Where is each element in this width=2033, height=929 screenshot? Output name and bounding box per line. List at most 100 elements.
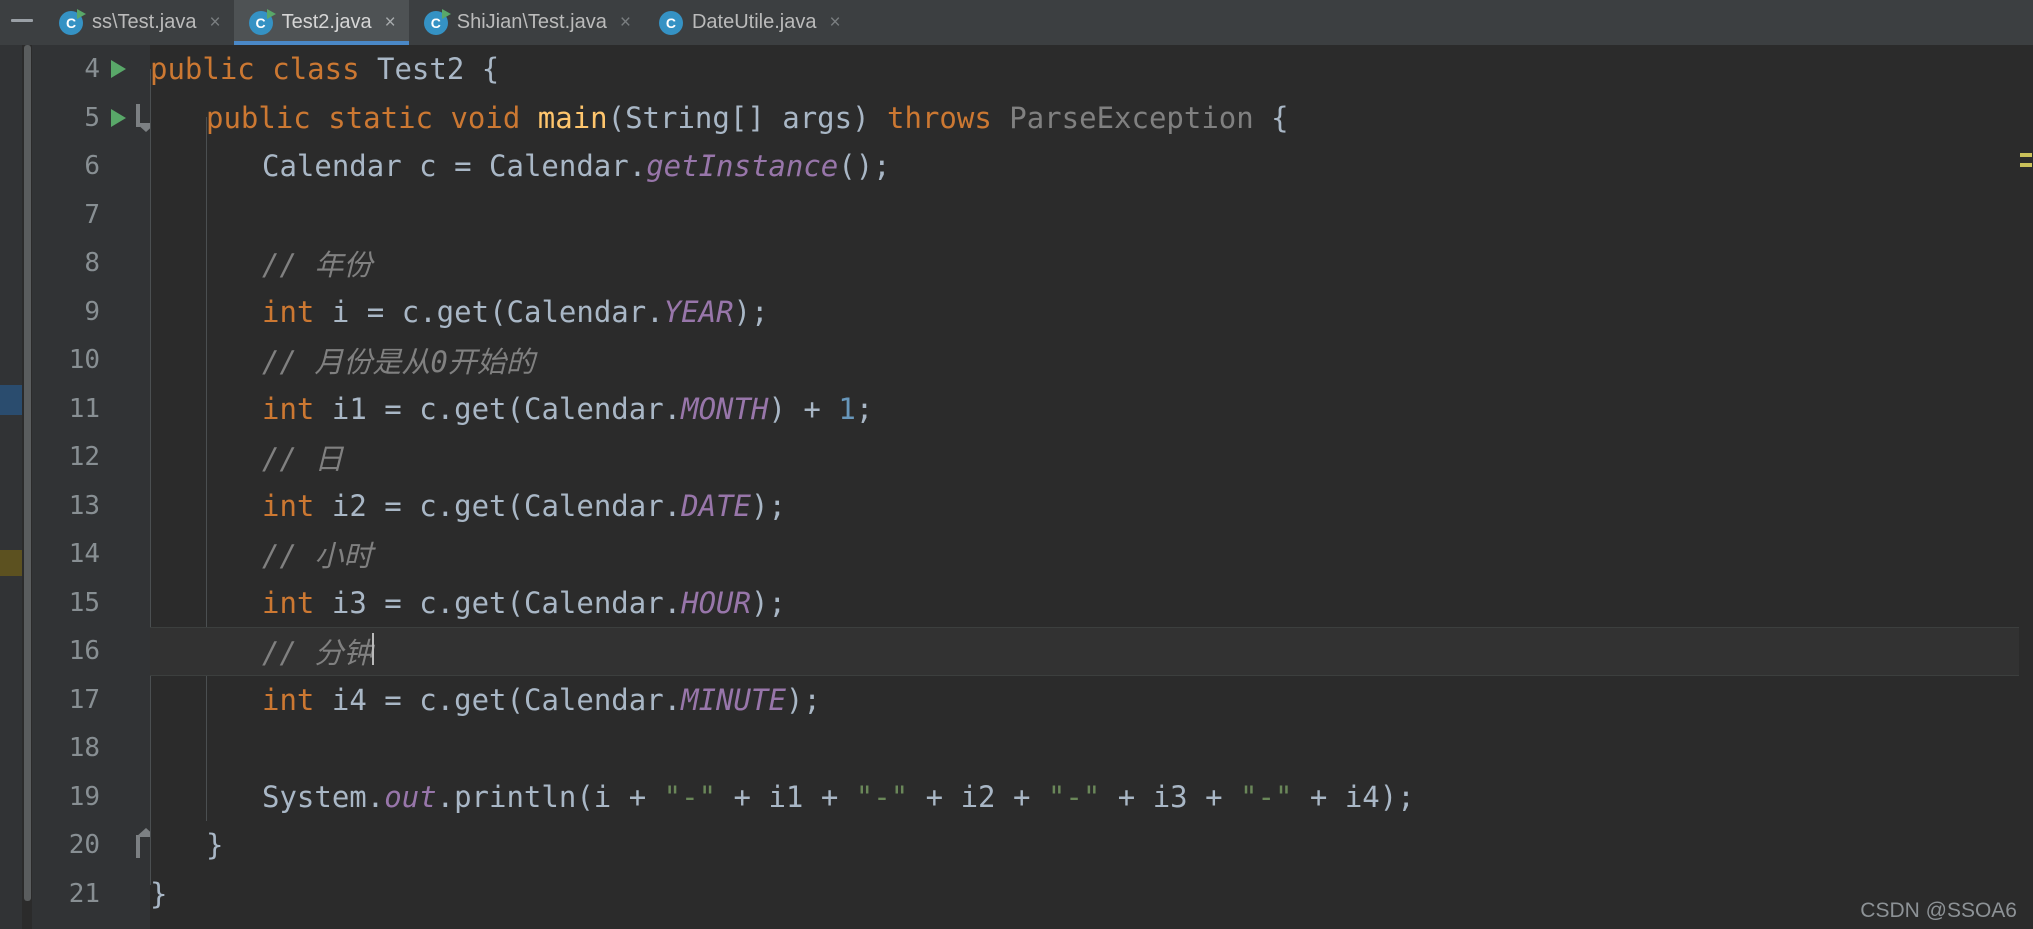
token-operator: + (925, 779, 944, 814)
code-line-active[interactable]: // 分钟 (150, 627, 2019, 676)
token-variable: i4 (1344, 779, 1380, 814)
code-line[interactable]: int i2 = c.get(Calendar.DATE); (150, 482, 2019, 531)
code-line[interactable]: // 年份 (150, 239, 2019, 288)
token-operator: + (820, 779, 839, 814)
token-operator: + (733, 779, 751, 814)
editor-tab-shijian-test[interactable]: C ShiJian\Test.java × (409, 0, 644, 45)
gutter-line[interactable]: 11 (32, 385, 150, 434)
token-variable: c (419, 391, 437, 426)
java-runnable-class-icon: C (248, 8, 276, 35)
token-type: Calendar (262, 149, 402, 184)
close-icon[interactable]: × (209, 13, 220, 32)
token-type: Calendar (523, 391, 664, 426)
token-variable: i4 (331, 682, 367, 717)
code-line-content: public static void main(String[] args) t… (150, 101, 1289, 135)
vcs-change-marker (0, 385, 22, 415)
gutter-line[interactable]: 16 (32, 627, 150, 676)
gutter-line[interactable]: 5 (32, 94, 156, 143)
code-line[interactable]: public class Test2 { (150, 45, 2019, 94)
gutter-line[interactable]: 21 (32, 870, 150, 919)
token-operator: + (1309, 779, 1328, 814)
code-line-content: } (206, 828, 224, 863)
token-type: Calendar (523, 682, 664, 717)
line-number: 15 (68, 587, 100, 618)
token-dot: . (663, 585, 682, 620)
gutter-line[interactable]: 6 (32, 142, 150, 191)
gutter-line[interactable]: 14 (32, 530, 150, 579)
gutter-line[interactable]: 9 (32, 288, 150, 337)
gutter-line[interactable]: 4 (32, 45, 150, 94)
token-operator: = (384, 585, 402, 620)
close-icon[interactable]: × (829, 13, 840, 32)
code-line[interactable]: } (150, 870, 2019, 919)
code-line[interactable]: // 小时 (150, 530, 2019, 579)
token-variable: c (419, 149, 437, 184)
editor-tab-test2[interactable]: C Test2.java × (233, 0, 409, 45)
scrollbar-thumb[interactable] (24, 45, 31, 901)
gutter-line[interactable]: 10 (32, 336, 150, 385)
code-comment: // 分钟 (262, 636, 373, 671)
gutter-line[interactable]: 12 (32, 433, 150, 482)
code-line-content: public class Test2 { (150, 52, 499, 86)
token-paren: ( (506, 682, 524, 717)
code-line[interactable]: } (150, 821, 2019, 870)
editor-tab-ss-test[interactable]: C ss\Test.java × (44, 0, 234, 45)
java-runnable-class-icon: C (423, 8, 451, 35)
gutter-line[interactable]: 7 (32, 191, 150, 240)
code-line[interactable]: Calendar c = Calendar.getInstance(); (150, 142, 2019, 191)
warning-stripe-mark[interactable] (2020, 163, 2032, 167)
code-comment: // 月份是从0开始的 (150, 339, 535, 381)
code-line[interactable] (150, 724, 2019, 773)
code-line[interactable]: System.out.println(i + "-" + i1 + "-" + … (150, 773, 2019, 822)
code-line[interactable] (150, 191, 2019, 240)
token-type: Calendar (523, 488, 664, 523)
editor-gutter[interactable]: 4 5 6 7 8 9 10 11 12 13 14 15 16 17 18 1… (32, 45, 156, 929)
text-caret (372, 633, 375, 666)
gutter-line[interactable]: 20 (32, 821, 156, 870)
code-line[interactable]: // 日 (150, 433, 2019, 482)
close-icon[interactable]: × (385, 13, 396, 32)
token-dot: . (436, 391, 455, 426)
code-line[interactable]: // 月份是从0开始的 (150, 336, 2019, 385)
code-text-area[interactable]: public class Test2 { public static void … (150, 45, 2019, 929)
token-keyword: class (272, 52, 360, 87)
gutter-line[interactable]: 17 (32, 676, 150, 725)
gutter-line[interactable]: 19 (32, 773, 150, 822)
error-stripe-scrollbar[interactable] (2019, 45, 2033, 929)
token-dot: . (663, 682, 682, 717)
editor-tab-label: ShiJian\Test.java (456, 11, 607, 33)
line-number: 12 (68, 442, 100, 473)
gutter-line[interactable]: 13 (32, 482, 150, 531)
code-line-content: int i2 = c.get(Calendar.DATE); (150, 489, 786, 523)
editor-marker-strip (0, 45, 22, 929)
code-editor[interactable]: 4 5 6 7 8 9 10 11 12 13 14 15 16 17 18 1… (0, 45, 2033, 929)
line-number: 11 (68, 393, 100, 424)
token-method-call: get (454, 585, 507, 620)
code-comment: // 日 (262, 442, 344, 477)
line-number: 10 (68, 345, 100, 376)
code-line[interactable]: public static void main(String[] args) t… (150, 94, 2019, 143)
editor-vertical-scrollbar[interactable] (22, 45, 32, 929)
code-line[interactable]: int i1 = c.get(Calendar.MONTH) + 1; (150, 385, 2019, 434)
token-type: Calendar (506, 294, 647, 329)
watermark-text: CSDN @SSOA6 (1860, 899, 2017, 922)
close-icon[interactable]: × (620, 13, 631, 32)
gutter-line[interactable]: 8 (32, 239, 150, 288)
editor-tab-dateutile[interactable]: C DateUtile.java × (644, 0, 854, 45)
java-runnable-class-icon: C (59, 8, 86, 35)
gutter-line[interactable]: 18 (32, 724, 150, 773)
token-paren: ( (607, 100, 626, 135)
token-static-field: out (384, 779, 437, 814)
gutter-line[interactable]: 15 (32, 579, 150, 628)
warning-stripe-mark[interactable] (2020, 153, 2032, 157)
collapse-panel-button[interactable] (0, 0, 44, 45)
run-method-icon[interactable] (111, 108, 126, 127)
code-line[interactable]: int i4 = c.get(Calendar.MINUTE); (150, 676, 2019, 725)
token-variable: i (331, 294, 350, 329)
code-line[interactable]: int i3 = c.get(Calendar.HOUR); (150, 579, 2019, 628)
token-keyword: throws (887, 100, 992, 135)
token-dot: . (663, 391, 682, 426)
run-class-icon[interactable] (111, 60, 126, 79)
code-line[interactable]: int i = c.get(Calendar.YEAR); (150, 288, 2019, 337)
token-operator: + (1117, 779, 1136, 814)
